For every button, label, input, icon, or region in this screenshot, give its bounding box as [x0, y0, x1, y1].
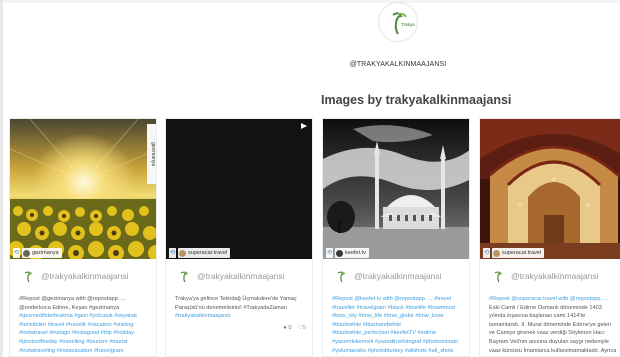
avatar-text: Trakya — [401, 22, 415, 27]
like-count[interactable]: ♡5 — [298, 325, 306, 331]
source-avatar-icon — [23, 249, 31, 257]
card-image-sunflowers[interactable] — [10, 119, 156, 259]
repost-icon: ⟲ — [326, 248, 334, 258]
profile-header: Trakya @TRAKYAKALKINMAAJANSI — [0, 0, 620, 80]
source-name: gezimanya — [32, 250, 59, 256]
source-badge[interactable]: superacar.travel — [178, 248, 231, 258]
caption-line: @onderkoca Edirne, Keşan #gezimanya — [19, 304, 120, 311]
card-stats: ● 0 ♡5 — [283, 325, 306, 331]
feed-card-3[interactable]: ⟲ keefet.tv @trakyakalkinmaajansi #Repos… — [322, 118, 470, 357]
caption-line: #instatravel #instago #instagood #trip #… — [19, 330, 135, 337]
caption-line: #blackwhite #blackandwhite — [332, 321, 402, 328]
caption-line: vaaz kürsüsü İmamlarca kullanılmamaktadı… — [489, 347, 617, 354]
source-badge[interactable]: gezimanya — [22, 248, 62, 258]
repost-icon: ⟲ — [13, 248, 21, 258]
caption-line: #yolumaesiko #photobturkey #allshots #al… — [332, 347, 454, 354]
source-name: superacar.travel — [502, 250, 542, 256]
source-name: keefet.tv — [345, 250, 366, 256]
card-author-row[interactable]: @trakyakalkinmaajansi — [492, 269, 599, 283]
source-avatar-icon — [179, 249, 187, 257]
card-caption: #Repost @superacar.travel with @repostap… — [489, 295, 620, 355]
author-name: @trakyakalkinmaajansi — [354, 271, 442, 281]
caption-line: #bnw_city #bnw_life #bnw_globe #bnw_love… — [332, 313, 444, 320]
trakya-logo-icon — [22, 269, 36, 283]
caption-line: Paraşütü'nü denemelisiniz! #TrakyadaZama… — [175, 304, 287, 311]
caption-line: #Repost @gezimanya with @repostapp. ... — [19, 296, 126, 302]
source-avatar-icon — [336, 249, 344, 257]
caption-line: ve Camiye girenek vaaz verdiği Söylenen … — [489, 330, 605, 337]
caption-line: #photooftheday #travelling #tourism #tou… — [19, 338, 128, 345]
caption-line: #Repost @superacar.travel with @repostap… — [489, 296, 609, 302]
caption-line: yılında inşasına başlanan cami 1414'te — [489, 313, 586, 320]
feed-card-1[interactable]: gezimanya ⟲ gezimanya @trakyakalkinmaaja… — [9, 118, 157, 357]
card-source-row: ⟲ gezimanya — [10, 247, 156, 259]
card-image-mosque-bw[interactable] — [323, 119, 469, 259]
comment-icon: ● — [283, 325, 287, 331]
source-badge[interactable]: superacar.travel — [492, 248, 545, 258]
trakya-logo-icon — [335, 269, 349, 283]
card-caption: #Repost @keefet.tv with @repostapp. ... … — [332, 295, 468, 355]
caption-line: Eski Camii / Edirne Osmanlı döneminde 14… — [489, 304, 602, 311]
repost-icon: ⟲ — [169, 248, 177, 258]
trakya-logo-icon — [492, 269, 506, 283]
section-title: Images by trakyakalkinmaajansi — [321, 93, 512, 107]
feed-card-4[interactable]: ⟲ superacar.travel @trakyakalkinmaajansi… — [479, 118, 620, 357]
card-author-row[interactable]: @trakyakalkinmaajansi — [178, 269, 285, 283]
card-source-row: ⟲ superacar.travel — [166, 247, 312, 259]
card-caption: #Repost @gezimanya with @repostapp. ... … — [19, 295, 155, 355]
profile-handle[interactable]: @TRAKYAKALKINMAAJANSI — [300, 61, 496, 68]
author-name: @trakyakalkinmaajansi — [511, 271, 599, 281]
image-grid: gezimanya ⟲ gezimanya @trakyakalkinmaaja… — [0, 118, 620, 357]
trakya-logo-icon: Trakya — [380, 4, 417, 41]
trakya-logo-icon — [178, 269, 192, 283]
profile-avatar[interactable]: Trakya — [378, 2, 418, 42]
caption-line: tamamlandı. II. Murat döneminde Edirne'y… — [489, 321, 612, 328]
card-source-row: ⟲ superacar.travel — [480, 247, 620, 259]
caption-line: Bayram Veli'nin anısına duyulan saygı ne… — [489, 338, 609, 345]
caption-line: #blackwhite_perfection #keefetTV #edirne — [332, 330, 437, 337]
caption-line: Trakya'ya gelince Tekirdağ Üçmakdere'de … — [175, 296, 297, 302]
card-source-row: ⟲ keefet.tv — [323, 247, 469, 259]
card-author-row[interactable]: @trakyakalkinmaajansi — [22, 269, 129, 283]
source-avatar-icon — [493, 249, 501, 257]
source-name: superacar.travel — [188, 250, 228, 256]
card-caption: Trakya'ya gelince Tekirdağ Üçmakdere'de … — [175, 295, 311, 321]
author-name: @trakyakalkinmaajansi — [41, 271, 129, 281]
card-video-thumbnail[interactable] — [166, 119, 312, 259]
caption-line: #gezmedifsterbrakma #gezi #yolculuk #sey… — [19, 313, 137, 320]
caption-line: #turistbilen #travel #traveltr #vacation… — [19, 321, 134, 328]
source-badge[interactable]: keefet.tv — [335, 248, 369, 258]
caption-line: #traveller #travelgram #black #bnwlife #… — [332, 304, 455, 311]
card-side-handle: gezimanya — [147, 124, 156, 184]
play-icon — [301, 123, 307, 129]
caption-line: #Repost @keefet.tv with @repostapp. ... … — [332, 296, 451, 302]
card-image-mosque-interior[interactable] — [480, 119, 620, 259]
comment-count[interactable]: ● 0 — [283, 325, 291, 331]
caption-line: #yasemkikemsrli #yasedirnefotograf #phot… — [332, 338, 459, 345]
caption-line: #trakyakalkinmaajansi — [175, 313, 231, 320]
card-author-row[interactable]: @trakyakalkinmaajansi — [335, 269, 442, 283]
feed-card-2[interactable]: ⟲ superacar.travel @trakyakalkinmaajansi… — [165, 118, 313, 357]
repost-icon: ⟲ — [483, 248, 491, 258]
author-name: @trakyakalkinmaajansi — [197, 271, 285, 281]
caption-line: #instatraveling #instavacation #travelgr… — [19, 347, 124, 354]
